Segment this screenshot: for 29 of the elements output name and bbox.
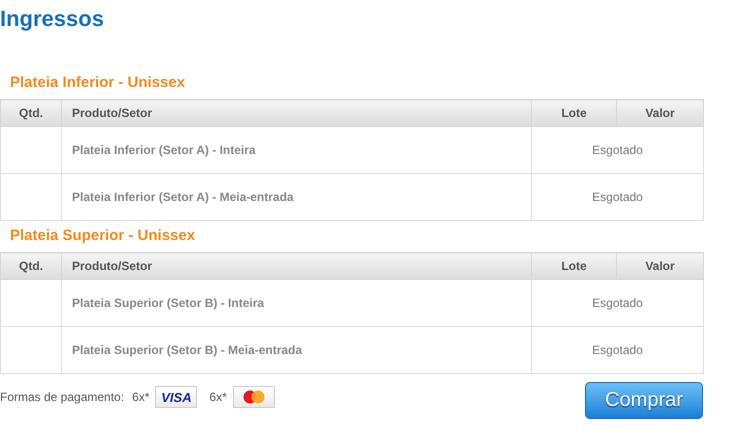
- column-header: Valor: [616, 100, 704, 126]
- status-cell: Esgotado: [532, 126, 704, 174]
- payment-label: Formas de pagamento:: [0, 390, 124, 404]
- buy-button[interactable]: Comprar: [585, 382, 703, 419]
- section-heading: Plateia Inferior - Unissex: [10, 74, 186, 92]
- column-header: Lote: [532, 100, 616, 126]
- status-cell: Esgotado: [532, 280, 704, 326]
- quantity-cell: [0, 174, 62, 220]
- product-cell: Plateia Superior (Setor B) - Inteira: [62, 280, 532, 326]
- product-cell: Plateia Inferior (Setor A) - Inteira: [62, 126, 532, 174]
- quantity-cell: [0, 326, 62, 374]
- installments-label: 6x*: [209, 390, 227, 404]
- quantity-cell: [0, 126, 62, 174]
- status-cell: Esgotado: [532, 174, 704, 220]
- installments-label: 6x*: [132, 390, 150, 404]
- column-header: Qtd.: [0, 252, 62, 280]
- visa-card-logo: VISA: [155, 386, 198, 408]
- status-cell: Esgotado: [532, 326, 704, 374]
- section-heading: Plateia Superior - Unissex: [10, 227, 196, 245]
- mastercard-logo: [232, 386, 275, 408]
- product-cell: Plateia Superior (Setor B) - Meia-entrada: [62, 326, 532, 374]
- page-title: Ingressos: [0, 6, 105, 32]
- column-header: Produto/Setor: [62, 100, 532, 126]
- column-header: Lote: [532, 252, 616, 280]
- column-header: Qtd.: [0, 100, 62, 126]
- column-header: Valor: [616, 252, 704, 280]
- product-cell: Plateia Inferior (Setor A) - Meia-entrada: [62, 174, 532, 220]
- quantity-cell: [0, 280, 62, 326]
- column-header: Produto/Setor: [62, 252, 532, 280]
